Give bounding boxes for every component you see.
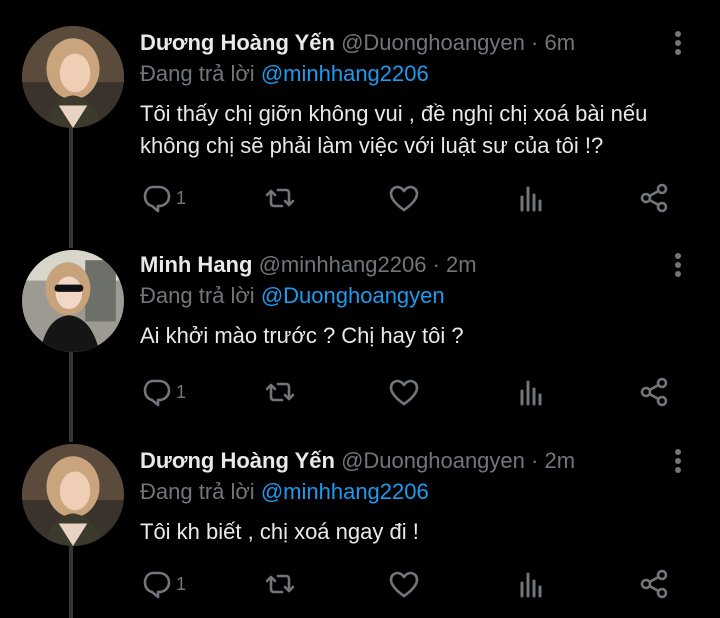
timestamp[interactable]: 6m [544, 30, 575, 55]
retweet-button[interactable] [264, 180, 296, 216]
like-icon [389, 379, 419, 406]
separator: · [432, 252, 440, 277]
like-icon [389, 185, 419, 212]
analytics-button[interactable] [514, 180, 546, 216]
reply-button[interactable]: 1 [140, 374, 186, 410]
reply-icon [143, 185, 171, 213]
tweet-header: Dương Hoàng Yến @Duonghoangyen · 6m [140, 28, 575, 58]
like-button[interactable] [388, 180, 420, 216]
avatar[interactable] [22, 444, 124, 546]
tweet-text: Tôi kh biết , chị xoá ngay đi ! [140, 516, 700, 548]
mention-link[interactable]: @Duonghoangyen [261, 283, 445, 308]
tweet-actions: 1 [140, 180, 700, 216]
separator: · [531, 30, 539, 55]
username[interactable]: @Duonghoangyen [341, 30, 525, 55]
tweet-text-line: Ai khởi mào trước ? Chị hay tôi ? [140, 323, 464, 348]
retweet-icon [265, 382, 295, 402]
tweet-text: Ai khởi mào trước ? Chị hay tôi ? [140, 320, 700, 352]
analytics-icon [520, 572, 542, 598]
timestamp[interactable]: 2m [446, 252, 477, 277]
like-button[interactable] [388, 374, 420, 410]
retweet-icon [265, 188, 295, 208]
tweet[interactable]: Dương Hoàng Yến @Duonghoangyen · 2m Đang… [0, 444, 720, 618]
display-name[interactable]: Minh Hang [140, 252, 252, 277]
analytics-icon [520, 380, 542, 406]
username[interactable]: @Duonghoangyen [341, 448, 525, 473]
like-button[interactable] [388, 566, 420, 602]
replying-to: Đang trả lời @minhhang2206 [140, 477, 429, 507]
reply-count: 1 [176, 573, 187, 594]
profile-photo-icon [22, 444, 124, 546]
retweet-icon [265, 574, 295, 594]
reply-button[interactable]: 1 [140, 180, 186, 216]
tweet-actions: 1 [140, 374, 700, 410]
tweet-text-line: không chị sẽ phải làm việc với luật sư c… [140, 133, 604, 158]
tweet[interactable]: Dương Hoàng Yến @Duonghoangyen · 6m Đang… [0, 26, 720, 228]
share-button[interactable] [638, 180, 670, 216]
tweet-header: Dương Hoàng Yến @Duonghoangyen · 2m [140, 446, 575, 476]
avatar[interactable] [22, 250, 124, 352]
share-icon [640, 569, 668, 599]
reply-icon [143, 571, 171, 599]
share-button[interactable] [638, 566, 670, 602]
like-icon [389, 571, 419, 598]
reply-prefix: Đang trả lời [140, 283, 255, 308]
retweet-button[interactable] [264, 566, 296, 602]
mention-link[interactable]: @minhhang2206 [261, 61, 429, 86]
reply-icon [143, 379, 171, 407]
analytics-button[interactable] [514, 374, 546, 410]
reply-prefix: Đang trả lời [140, 479, 255, 504]
display-name[interactable]: Dương Hoàng Yến [140, 448, 335, 473]
profile-photo-icon [22, 250, 124, 352]
more-options-icon[interactable] [672, 446, 684, 476]
tweet-text-line: Tôi thấy chị giỡn không vui , đề nghị ch… [140, 101, 648, 126]
display-name[interactable]: Dương Hoàng Yến [140, 30, 335, 55]
reply-prefix: Đang trả lời [140, 61, 255, 86]
retweet-button[interactable] [264, 374, 296, 410]
share-icon [640, 377, 668, 407]
tweet-actions: 1 [140, 566, 700, 602]
reply-count: 1 [176, 187, 187, 208]
tweet-text-line: Tôi kh biết , chị xoá ngay đi ! [140, 519, 419, 544]
tweet-header: Minh Hang @minhhang2206 · 2m [140, 250, 477, 280]
timestamp[interactable]: 2m [544, 448, 575, 473]
tweet-text: Tôi thấy chị giỡn không vui , đề nghị ch… [140, 98, 700, 162]
more-options-icon[interactable] [672, 28, 684, 58]
analytics-button[interactable] [514, 566, 546, 602]
share-icon [640, 183, 668, 213]
analytics-icon [520, 186, 542, 212]
replying-to: Đang trả lời @minhhang2206 [140, 59, 429, 89]
avatar[interactable] [22, 26, 124, 128]
username[interactable]: @minhhang2206 [259, 252, 427, 277]
profile-photo-icon [22, 26, 124, 128]
separator: · [531, 448, 539, 473]
share-button[interactable] [638, 374, 670, 410]
tweet[interactable]: Minh Hang @minhhang2206 · 2m Đang trả lờ… [0, 250, 720, 420]
mention-link[interactable]: @minhhang2206 [261, 479, 429, 504]
reply-button[interactable]: 1 [140, 566, 186, 602]
replying-to: Đang trả lời @Duonghoangyen [140, 281, 445, 311]
more-options-icon[interactable] [672, 250, 684, 280]
reply-count: 1 [176, 381, 187, 402]
